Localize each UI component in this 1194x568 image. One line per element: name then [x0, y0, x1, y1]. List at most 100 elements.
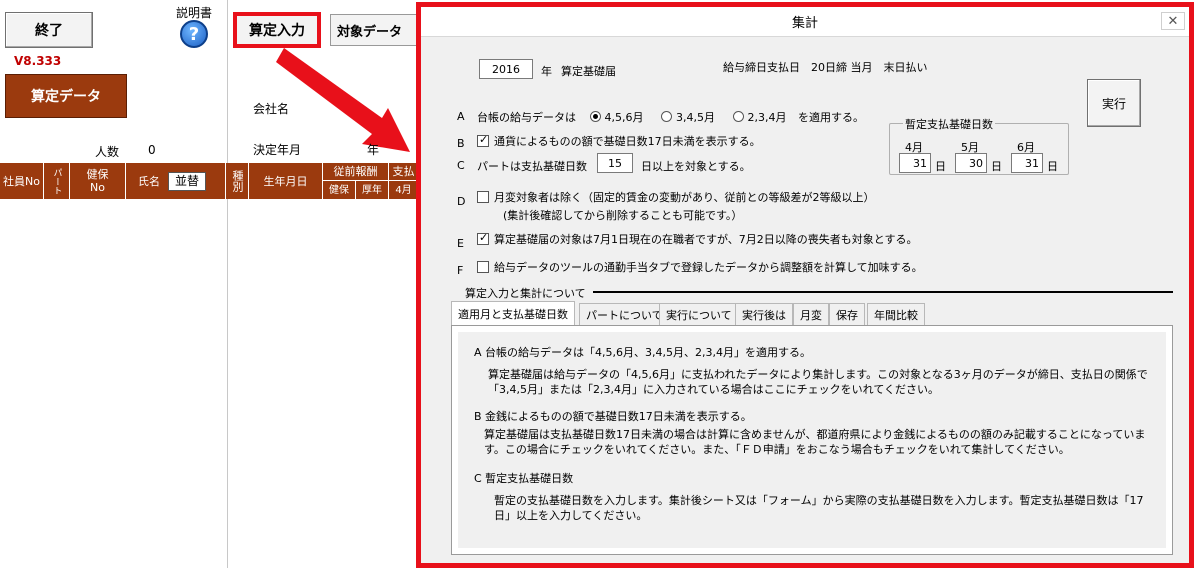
decision-year-suffix: 年 [367, 143, 380, 157]
close-icon[interactable]: ✕ [1161, 12, 1185, 30]
tab-part-label: パートについて [586, 308, 663, 322]
santei-data-label: 算定データ [31, 89, 101, 105]
tab-part[interactable]: パートについて [579, 303, 670, 325]
col-birth: 生年月日 [249, 163, 323, 199]
option-d-sub: (集計後確認してから削除することも可能です。） [503, 209, 743, 222]
option-b-checkbox[interactable] [477, 133, 489, 147]
option-d-text: 月変対象者は除く（固定的賃金の変動があり、従前との等級差が2等級以上） [494, 191, 875, 204]
execute-button-label: 実行 [1101, 96, 1126, 111]
panel-b-line1: 算定基礎届は支払基礎日数17日未満の場合は計算に含めませんが、都道府県により金銭… [484, 428, 1146, 441]
option-a-letter: A [457, 110, 465, 123]
col-april-label: 4月 [395, 184, 412, 196]
radio-345-label: 3,4,5月 [676, 111, 715, 124]
panel-b-head: B 金銭によるものの額で基礎日数17日未満を表示する。 [474, 410, 752, 423]
year-input-value: 2016 [492, 62, 520, 76]
col-name-label: 氏名 [138, 174, 160, 188]
santei-data-button[interactable]: 算定データ [5, 74, 127, 118]
col-kind-label: 種別 [231, 170, 244, 192]
col-kosei: 厚年 [356, 181, 389, 199]
tab-after-execute-label: 実行後は [742, 308, 786, 322]
tab-execute-label: 実行について [666, 308, 732, 322]
about-divider [593, 291, 1173, 293]
panel-a-head: A 台帳の給与データは「4,5,6月、3,4,5月、2,3,4月」を適用する。 [474, 346, 811, 359]
option-f-text: 給与データのツールの通勤手当タブで登録したデータから調整額を計算して加味する。 [494, 261, 923, 274]
option-b-letter: B [457, 137, 465, 150]
col-ins-no: 健保 No [70, 163, 126, 199]
tab-santei-input-label: 算定入力 [249, 23, 305, 39]
help-icon[interactable]: ? [180, 20, 208, 48]
col-kosei-label: 厚年 [362, 184, 382, 196]
headcount-label: 人数 [95, 145, 120, 159]
prov-unit-6: 日 [1047, 160, 1058, 173]
aggregate-dialog: 集計 ✕ 2016 年 算定基礎届 給与締日支払日 20日締 当月 末日払い 実… [416, 2, 1194, 568]
decision-ym-label: 決定年月 [253, 143, 302, 157]
option-d-letter: D [457, 195, 466, 208]
panel-a-line1: 算定基礎届は給与データの「4,5,6月」に支払われたデータにより集計します。この… [488, 368, 1148, 381]
prov-days-input-6[interactable]: 31 [1011, 153, 1043, 173]
tab-annual-compare-label: 年間比較 [874, 308, 918, 322]
option-e-row[interactable]: 算定基礎届の対象は7月1日現在の在職者ですが、7月2日以降の喪失者も対象とする。 [477, 231, 917, 247]
exit-button[interactable]: 終了 [5, 12, 93, 48]
col-ins-no-line1: 健保 [86, 168, 109, 181]
panel-c-line2: 日」以上を入力してください。 [494, 509, 648, 522]
panel-a-line2: 「3,4,5月」または「2,3,4月」に入力されている場合はここにチェックをいれ… [488, 383, 939, 396]
radio-456-dot [589, 111, 601, 122]
execute-button[interactable]: 実行 [1087, 79, 1141, 127]
col-part: パート [44, 163, 70, 199]
sort-button[interactable]: 並替 [168, 171, 207, 191]
prov-days-value-6: 31 [1025, 156, 1039, 170]
option-c-lead: パートは支払基礎日数 [477, 160, 587, 173]
col-shiharai: 支払 [389, 163, 418, 181]
option-f-checkbox[interactable] [477, 261, 489, 273]
prov-days-value-4: 31 [913, 156, 927, 170]
option-e-text: 算定基礎届の対象は7月1日現在の在職者ですが、7月2日以降の喪失者も対象とする。 [494, 233, 918, 246]
tab-save-label: 保存 [836, 308, 858, 322]
col-april: 4月 [389, 181, 418, 199]
year-unit: 年 [541, 65, 552, 78]
tab-save[interactable]: 保存 [829, 303, 865, 325]
radio-234[interactable]: 2,3,4月 [732, 111, 787, 124]
about-heading: 算定入力と集計について [465, 287, 586, 300]
option-b-row[interactable]: 通貨によるものの額で基礎日数17日未満を表示する。 [477, 133, 761, 149]
provisional-days-title: 暫定支払基礎日数 [903, 116, 995, 132]
tab-execute[interactable]: 実行について [659, 303, 739, 325]
col-ins-no-line2: No [90, 181, 105, 194]
tab-annual-compare[interactable]: 年間比較 [867, 303, 925, 325]
option-d-checkbox[interactable] [477, 191, 489, 203]
option-e-letter: E [457, 237, 464, 250]
prov-days-input-4[interactable]: 31 [899, 153, 931, 173]
prov-days-input-5[interactable]: 30 [955, 153, 987, 173]
col-emp-no-label: 社員No [3, 174, 40, 188]
tab-getsuhen[interactable]: 月変 [793, 303, 829, 325]
company-label: 会社名 [253, 102, 290, 116]
radio-234-dot [732, 111, 744, 122]
radio-345[interactable]: 3,4,5月 [661, 111, 715, 124]
part-days-value: 15 [608, 156, 622, 170]
year-input[interactable]: 2016 [479, 59, 533, 79]
payday-info: 給与締日支払日 20日締 当月 末日払い [723, 61, 928, 74]
col-kenpo: 健保 [323, 181, 356, 199]
option-d-row[interactable]: 月変対象者は除く（固定的賃金の変動があり、従前との等級差が2等級以上） [477, 189, 874, 205]
option-f-letter: F [457, 264, 464, 277]
panel-c-line1: 暫定の支払基礎日数を入力します。集計後シート又は「フォーム」から実際の支払基礎日… [494, 494, 1144, 507]
option-e-checkbox[interactable] [477, 231, 489, 245]
option-a-lead: 台帳の給与データは [477, 111, 576, 124]
option-a-row: 台帳の給与データは 4,5,6月 3,4,5月 2,3,4月 を適用する。 [477, 109, 864, 125]
radio-456-label: 4,5,6月 [604, 111, 644, 124]
option-f-row[interactable]: 給与データのツールの通勤手当タブで登録したデータから調整額を計算して加味する。 [477, 259, 923, 275]
part-days-input[interactable]: 15 [597, 153, 633, 173]
option-a-trail: を適用する。 [798, 111, 864, 124]
tab-after-execute[interactable]: 実行後は [735, 303, 793, 325]
table-header: 社員No パート 健保 No 氏名 並替 種別 生年月日 従前報酬 健保 厚年 … [0, 163, 418, 199]
prov-unit-5: 日 [991, 160, 1002, 173]
manual-label: 説明書 [176, 6, 213, 20]
radio-456[interactable]: 4,5,6月 [589, 111, 644, 124]
tab-apply-month[interactable]: 適用月と支払基礎日数 [451, 301, 575, 325]
col-prev-pay: 従前報酬 [323, 163, 389, 181]
panel-b-line2: す。この場合にチェックをいれてください。また、「ＦＤ申請」をおこなう場合もチェッ… [484, 443, 1070, 456]
option-c-letter: C [457, 159, 465, 172]
version-label: V8.333 [14, 54, 62, 68]
dialog-title: 集計 [791, 16, 818, 31]
col-prev-pay-label: 従前報酬 [333, 165, 378, 178]
col-shiharai-label: 支払 [392, 165, 415, 178]
